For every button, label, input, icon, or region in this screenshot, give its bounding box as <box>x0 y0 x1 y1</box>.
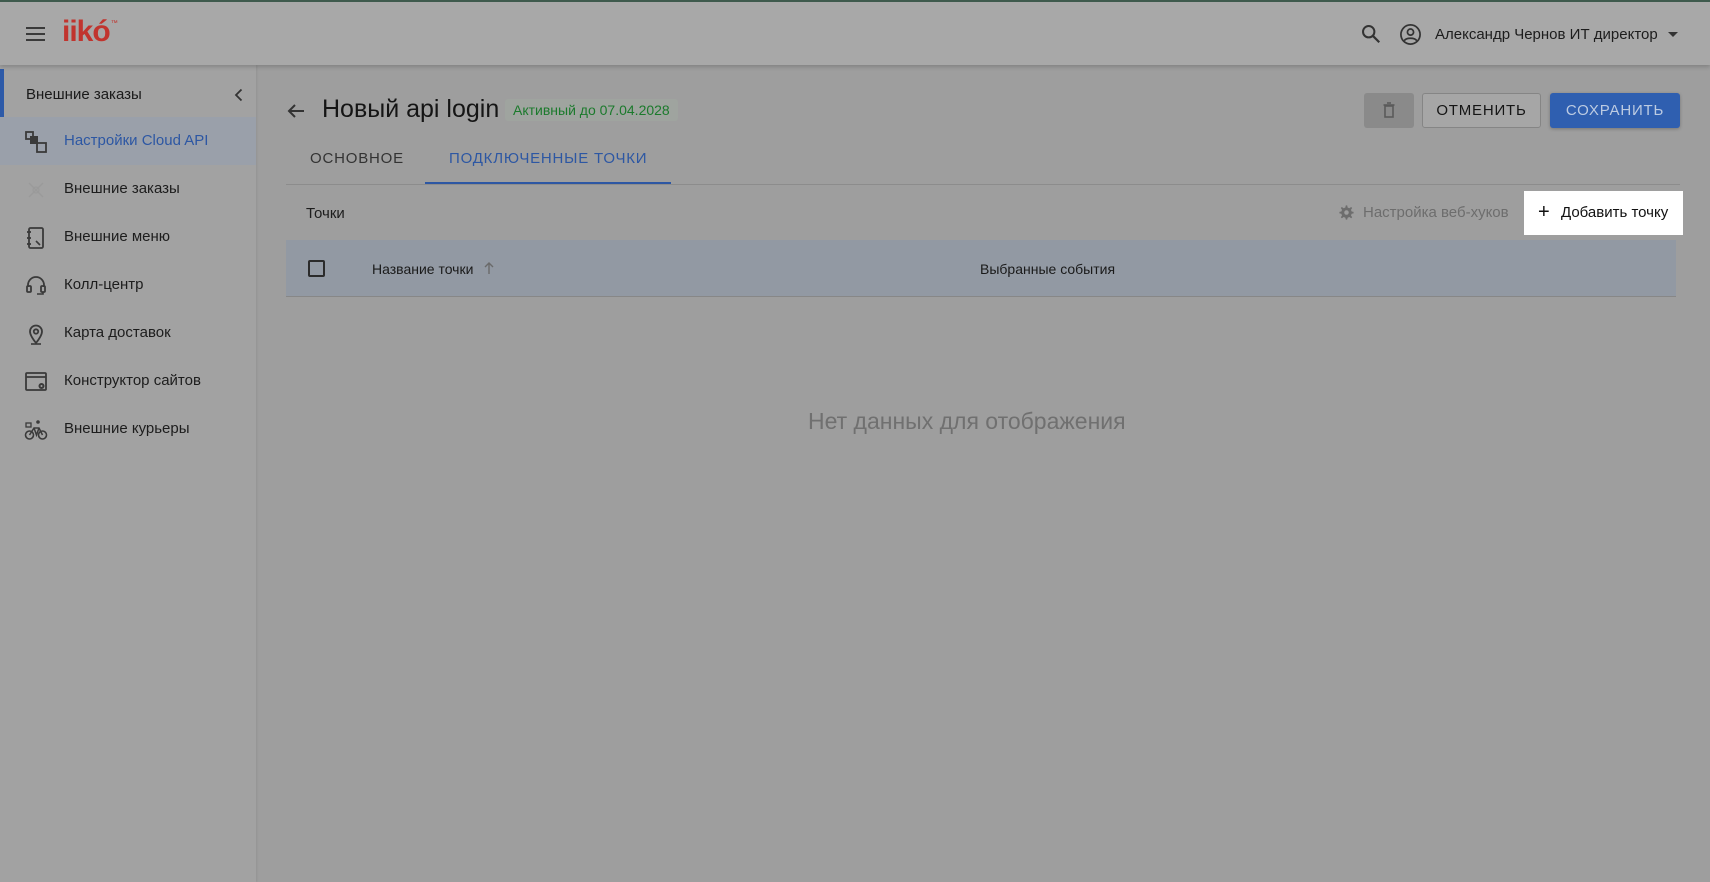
column-header-point-name[interactable]: Название точки <box>372 261 473 277</box>
sidebar-section-header: Внешние заказы <box>0 69 256 121</box>
empty-state-message: Нет данных для отображения <box>808 408 1126 434</box>
sidebar-item-call-center[interactable]: Колл-центр <box>0 261 256 309</box>
sort-arrow-up-icon[interactable] <box>483 261 495 275</box>
site-builder-icon <box>25 372 47 391</box>
sidebar-item-external-menu[interactable]: Внешние меню <box>0 213 256 261</box>
sidebar-item-label: Внешние заказы <box>64 180 180 197</box>
status-badge: Активный до 07.04.2028 <box>505 99 678 121</box>
save-button[interactable]: СОХРАНИТЬ <box>1550 93 1680 128</box>
sidebar-item-label: Конструктор сайтов <box>64 372 201 389</box>
webhook-settings-label: Настройка веб-хуков <box>1363 204 1509 221</box>
tab-bar: ОСНОВНОЕ ПОДКЛЮЧЕННЫЕ ТОЧКИ <box>286 140 1680 185</box>
add-point-label: Добавить точку <box>1561 204 1669 221</box>
sidebar: Внешние заказы Настройки Cloud API Внешн… <box>0 65 256 882</box>
user-name[interactable]: Александр Чернов ИТ директор <box>1435 26 1658 43</box>
chevron-left-icon[interactable] <box>230 86 248 104</box>
sidebar-item-label: Настройки Cloud API <box>64 132 209 149</box>
sidebar-item-label: Внешние курьеры <box>64 420 190 437</box>
cancel-button[interactable]: ОТМЕНИТЬ <box>1422 93 1541 128</box>
user-avatar-icon[interactable] <box>1399 23 1422 46</box>
search-icon[interactable] <box>1360 23 1382 45</box>
sidebar-item-delivery-map[interactable]: Карта доставок <box>0 309 256 357</box>
sidebar-item-label: Карта доставок <box>64 324 171 341</box>
tab-connected-points[interactable]: ПОДКЛЮЧЕННЫЕ ТОЧКИ <box>449 150 647 167</box>
sidebar-section-label: Внешние заказы <box>26 86 142 103</box>
headset-icon <box>26 276 46 295</box>
sidebar-item-cloud-api[interactable]: Настройки Cloud API <box>0 117 256 165</box>
points-section-label: Точки <box>306 205 345 222</box>
tab-general[interactable]: ОСНОВНОЕ <box>310 150 404 167</box>
sidebar-item-label: Внешние меню <box>64 228 171 245</box>
add-point-button[interactable]: + Добавить точку <box>1524 191 1683 235</box>
cloud-api-icon <box>25 131 47 153</box>
sidebar-item-label: Колл-центр <box>64 276 144 293</box>
page-title: Новый api login <box>322 95 500 123</box>
external-menu-icon <box>27 227 44 249</box>
arrow-back-icon[interactable] <box>284 99 308 123</box>
top-bar: iikó™ Александр Чернов ИТ директор <box>0 0 1710 65</box>
active-tab-indicator <box>425 182 671 184</box>
chevron-down-icon[interactable] <box>1666 29 1680 39</box>
gear-icon <box>1339 205 1354 220</box>
app-logo[interactable]: iikó™ <box>62 15 118 49</box>
sidebar-item-external-couriers[interactable]: Внешние курьеры <box>0 405 256 453</box>
webhook-settings-button[interactable]: Настройка веб-хуков <box>1338 204 1509 221</box>
table-header: Название точки Выбранные события <box>286 240 1676 297</box>
plus-icon: + <box>1538 201 1550 223</box>
hamburger-menu-icon[interactable] <box>24 22 48 46</box>
column-header-selected-events[interactable]: Выбранные события <box>980 261 1115 277</box>
map-pin-icon <box>29 324 43 345</box>
trash-icon <box>1383 102 1395 118</box>
bicycle-icon <box>24 420 48 440</box>
sidebar-item-external-orders[interactable]: Внешние заказы <box>0 165 256 213</box>
external-orders-icon <box>28 182 44 198</box>
delete-button[interactable] <box>1364 93 1414 128</box>
select-all-checkbox[interactable] <box>308 260 325 277</box>
sidebar-item-site-builder[interactable]: Конструктор сайтов <box>0 357 256 405</box>
